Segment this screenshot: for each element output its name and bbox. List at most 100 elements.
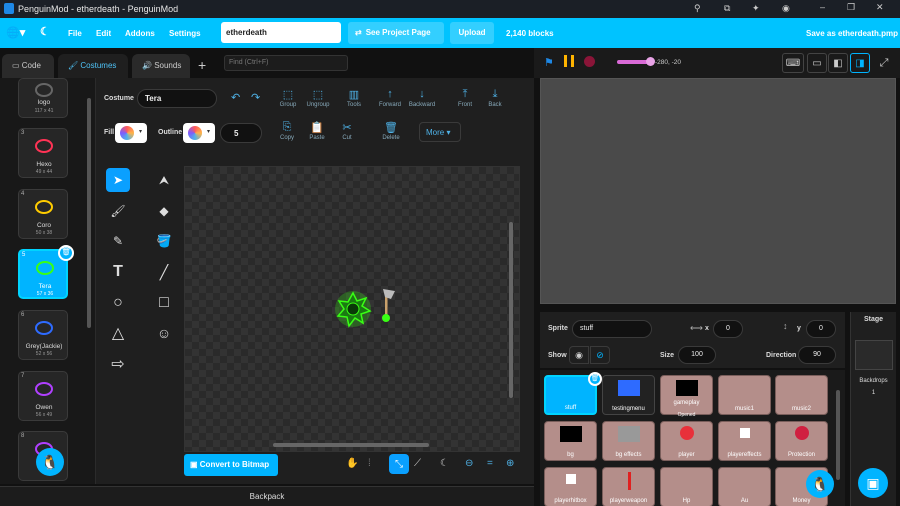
sprite-card[interactable]: Au [718, 467, 771, 506]
outline-color-picker[interactable]: ▾ [183, 123, 215, 143]
menu-file[interactable]: File [68, 29, 82, 38]
stop-icon[interactable] [584, 56, 595, 67]
tab-code[interactable]: ▭ Code [2, 54, 54, 78]
sprite-card[interactable]: player [660, 421, 713, 461]
small-stage-button[interactable]: ▭ [807, 53, 827, 73]
ungroup-button[interactable]: ⬚ Ungroup [299, 88, 337, 108]
save-as-button[interactable]: Save as etherdeath.pmp [806, 29, 898, 38]
show-visible-button[interactable]: ◉ [569, 346, 589, 364]
backward-button[interactable]: ↓ Backward [403, 88, 441, 108]
circle-tool[interactable]: ○ [106, 291, 130, 315]
tab-sounds[interactable]: 🔊 Sounds [132, 54, 190, 78]
sprite-card[interactable]: playerweapon [602, 467, 655, 506]
minimize-icon[interactable]: – [820, 2, 825, 12]
redo-icon[interactable]: ↷ [251, 91, 260, 104]
sprite-card[interactable]: Hp [660, 467, 713, 506]
add-sprite-button[interactable]: 🐧 [806, 470, 834, 498]
gamepad-button[interactable]: ⌨ [782, 53, 804, 73]
pause-icon[interactable] [564, 55, 574, 67]
extensions-icon[interactable]: ✦ [752, 3, 760, 14]
sprite-name-input[interactable]: stuff [572, 320, 652, 338]
canvas-vertical-scrollbar[interactable] [509, 222, 513, 398]
add-costume-button[interactable]: 🐧 [36, 448, 64, 476]
sprite-list-scrollbar[interactable] [836, 390, 840, 480]
costume-card[interactable]: 5 Tera 57 x 36 🗑 [18, 245, 74, 299]
delete-button[interactable]: 🗑 Delete [372, 121, 410, 141]
paint-canvas[interactable] [184, 166, 520, 452]
arrow-shape-tool[interactable]: ⇨ [106, 352, 130, 376]
rectangle-tool[interactable]: □ [152, 291, 176, 315]
language-globe-icon[interactable]: 🌐▾ [6, 26, 25, 39]
delete-costume-icon[interactable]: 🗑 [58, 245, 74, 261]
sprite-card[interactable]: gameplay Opened [660, 375, 713, 418]
sprite-card[interactable]: music2 [775, 375, 828, 415]
back-button[interactable]: ⤓ Back [476, 88, 514, 108]
sprite-card[interactable]: playerhitbox [544, 467, 597, 506]
tab-costumes[interactable]: 🖌 Costumes [58, 54, 128, 78]
tools-button[interactable]: ▥ Tools [335, 88, 373, 108]
sprite-card[interactable]: bg effects [602, 421, 655, 461]
sprite-card[interactable]: playereffects [718, 421, 771, 461]
find-input[interactable]: Find (Ctrl+F) [224, 55, 348, 71]
select-tool[interactable]: ➤ [106, 168, 130, 192]
reshape-tool[interactable]: ⮝ [152, 168, 176, 192]
upload-button[interactable]: Upload [450, 22, 494, 44]
eraser-tool[interactable]: ◆ [152, 199, 176, 223]
theme-moon-icon[interactable]: ☾ [40, 25, 50, 38]
canvas-horizontal-scrollbar[interactable] [273, 443, 429, 447]
triangle-tool[interactable]: △ [106, 321, 130, 345]
convert-to-bitmap-button[interactable]: ▣ Convert to Bitmap [184, 454, 278, 476]
see-project-page-button[interactable]: ⇄ See Project Page [348, 22, 444, 44]
more-button[interactable]: More ▾ [419, 122, 461, 142]
zoom-reset-icon[interactable]: = [487, 458, 493, 469]
brush-smoothing-icon[interactable]: ✋ [346, 458, 358, 469]
snap-tool[interactable]: ⤡ [389, 454, 409, 474]
add-backdrop-button[interactable]: ▣ [858, 468, 888, 498]
zoom-in-icon[interactable]: ⊕ [506, 458, 514, 469]
emoji-tool[interactable]: ☺ [152, 321, 176, 345]
backpack-bar[interactable]: Backpack [0, 486, 534, 506]
fill-color-picker[interactable]: ▾ [115, 123, 147, 143]
sprite-card[interactable]: Protection [775, 421, 828, 461]
costume-card[interactable]: 3 Hexo 49 x 44 [18, 128, 68, 178]
x-input[interactable]: 0 [713, 320, 743, 338]
sprite-card[interactable]: music1 [718, 375, 771, 415]
stage-canvas[interactable] [540, 78, 896, 304]
close-icon[interactable]: ✕ [876, 2, 884, 13]
costume-card[interactable]: logo 117 x 41 [18, 78, 68, 118]
project-title-input[interactable]: etherdeath [221, 22, 341, 43]
sprite-card[interactable]: bg [544, 421, 597, 461]
costume-card[interactable]: 6 Grey(Jackie) 52 x 56 [18, 310, 68, 360]
size-input[interactable]: 100 [678, 346, 716, 364]
normal-stage-button[interactable]: ◧ [828, 53, 848, 73]
menu-edit[interactable]: Edit [96, 29, 111, 38]
costume-card[interactable]: 7 Owen 56 x 49 [18, 371, 68, 421]
pressure-icon[interactable]: ⁞ [368, 458, 371, 469]
costume-list-scrollbar[interactable] [87, 98, 91, 328]
large-stage-button[interactable]: ◨ [850, 53, 870, 73]
maximize-icon[interactable]: ❐ [847, 2, 855, 13]
brush-tool[interactable]: 🖌 [106, 199, 130, 223]
direction-input[interactable]: 90 [798, 346, 836, 364]
text-tool[interactable]: T [106, 260, 130, 284]
dark-canvas-icon[interactable]: ☾ [440, 458, 449, 469]
menu-addons[interactable]: Addons [125, 29, 155, 38]
cut-button[interactable]: ✂ Cut [328, 121, 366, 141]
sprite-card[interactable]: testingmenu [602, 375, 655, 415]
fill-tool[interactable]: 🪣 [152, 229, 176, 253]
copy-icon[interactable]: ⧉ [724, 3, 730, 14]
pin-icon[interactable]: ⚲ [694, 3, 701, 14]
sprite-card[interactable]: stuff 🗑 [544, 372, 602, 415]
add-tab-icon[interactable]: + [198, 57, 206, 73]
outline-width-input[interactable]: 5 [220, 123, 262, 143]
show-hidden-button[interactable]: ⊘ [590, 346, 610, 364]
menu-settings[interactable]: Settings [169, 29, 201, 38]
green-flag-icon[interactable]: ⚑ [544, 56, 554, 69]
costume-card[interactable]: 4 Coro 50 x 38 [18, 189, 68, 239]
costume-name-input[interactable]: Tera [137, 89, 217, 108]
zoom-out-icon[interactable]: ⊖ [465, 458, 473, 469]
delete-sprite-icon[interactable]: 🗑 [588, 372, 602, 386]
undo-icon[interactable]: ↶ [231, 91, 240, 104]
vector-points-icon[interactable]: ⟋ [414, 458, 421, 469]
volume-slider-handle[interactable] [646, 57, 655, 66]
